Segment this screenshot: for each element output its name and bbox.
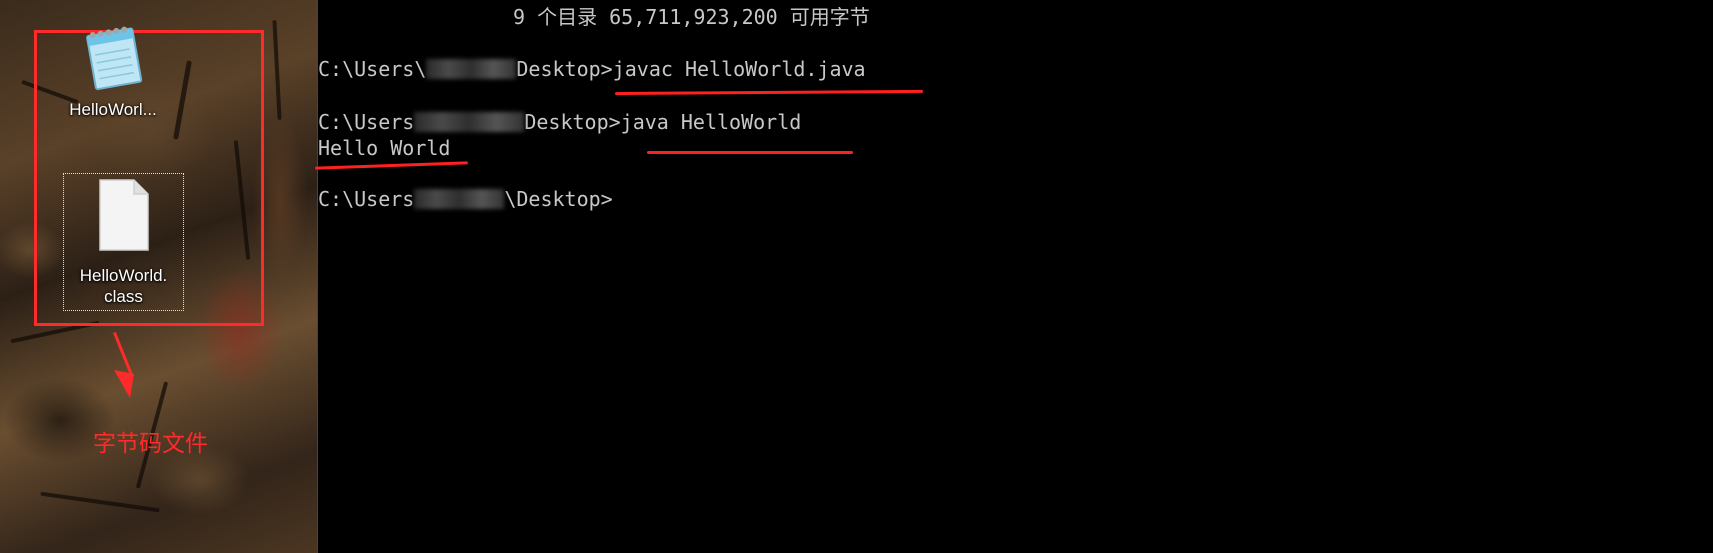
desktop-icon-helloworld-class[interactable]: HelloWorld. class <box>63 173 184 311</box>
arrow-head-icon <box>114 370 134 398</box>
underline-java <box>647 151 853 154</box>
command-javac: javac HelloWorld.java <box>612 57 866 81</box>
redacted-username <box>426 59 517 79</box>
console-output-hello: Hello World <box>318 136 451 160</box>
console-prompt-line-1: C:\Users\ Desktop>javac HelloWorld.java <box>318 57 866 81</box>
underline-javac <box>614 89 924 96</box>
notepad-icon <box>57 22 169 99</box>
console-prompt-line-2: C:\Users Desktop>java HelloWorld <box>318 110 802 134</box>
blank-file-icon <box>64 178 183 259</box>
console-window[interactable]: 9 个目录 65,711,923,200 可用字节 C:\Users\ Deskt… <box>314 0 1713 553</box>
desktop-wallpaper: HelloWorl... HelloWorld. class 字节码文件 <box>0 0 317 553</box>
desktop-icon-label-line1: HelloWorld. <box>79 266 168 285</box>
underline-hello-world <box>314 161 469 170</box>
command-java: java HelloWorld <box>620 110 802 134</box>
desktop-icon-helloworld-java[interactable]: HelloWorl... <box>57 22 169 120</box>
redacted-username <box>414 189 505 209</box>
desktop-icon-label-line2: class <box>104 287 143 306</box>
redacted-username <box>414 112 525 132</box>
desktop-icon-label: HelloWorl... <box>69 100 157 119</box>
console-prompt-line-3: C:\Users \Desktop> <box>318 187 613 211</box>
console-summary-line: 9 个目录 65,711,923,200 可用字节 <box>513 5 870 29</box>
bytecode-caption: 字节码文件 <box>93 431 208 457</box>
